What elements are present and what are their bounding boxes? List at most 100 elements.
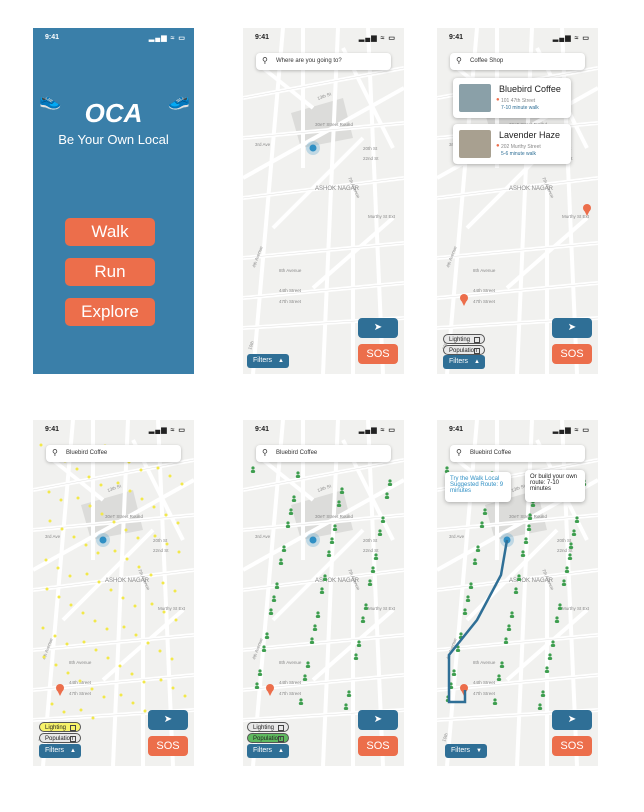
navigate-button[interactable]: ➤ xyxy=(148,710,188,730)
streetlight-dot xyxy=(168,474,172,478)
sos-button[interactable]: SOS xyxy=(552,736,592,756)
person-body xyxy=(268,612,274,615)
person-body xyxy=(261,649,267,652)
person-icon xyxy=(459,632,463,636)
walk-button[interactable]: Walk xyxy=(65,218,155,246)
streetlight-dot xyxy=(112,520,116,524)
sos-button[interactable]: SOS xyxy=(358,736,398,756)
status-icons: ▂▄▆ ≈ ▭ xyxy=(552,427,590,434)
run-button[interactable]: Run xyxy=(65,258,155,286)
person-body xyxy=(346,694,352,697)
lighting-filter-chip[interactable]: Lighting xyxy=(247,722,289,732)
map-label: 30eT Street Round xyxy=(105,514,143,519)
navigate-button[interactable]: ➤ xyxy=(358,710,398,730)
person-body xyxy=(568,546,574,549)
filters-button[interactable]: Filters ▲ xyxy=(247,744,289,758)
checkbox-icon xyxy=(70,736,76,742)
checkbox-icon xyxy=(278,736,284,742)
search-input[interactable]: ⚲ Where are you going to? xyxy=(256,53,391,70)
person-body xyxy=(380,520,386,523)
person-icon xyxy=(388,479,392,483)
search-query: Bluebird Coffee xyxy=(276,450,318,456)
person-icon xyxy=(269,608,273,612)
person-icon xyxy=(296,471,300,475)
population-filter-chip[interactable]: Population xyxy=(443,345,485,355)
map-screen-lighting: 13th St 30eT Street Round 3rd Ave 20th St 22… xyxy=(33,420,194,766)
person-icon xyxy=(558,603,562,607)
status-time: 9:41 xyxy=(449,426,464,433)
person-body xyxy=(271,599,277,602)
person-icon xyxy=(521,550,525,554)
person-body xyxy=(363,607,369,610)
person-body xyxy=(479,525,485,528)
person-icon xyxy=(279,558,283,562)
person-body xyxy=(527,517,533,520)
person-icon xyxy=(262,645,266,649)
person-body xyxy=(571,533,577,536)
search-query: Coffee Shop xyxy=(470,58,504,64)
streetlight-dot xyxy=(130,672,134,676)
population-filter-chip[interactable]: Population xyxy=(247,733,289,743)
person-body xyxy=(540,694,546,697)
sos-button[interactable]: SOS xyxy=(148,736,188,756)
result-card[interactable]: Bluebird Coffee ● 101 47th Street 7-10 m… xyxy=(453,78,571,118)
population-filter-chip[interactable]: Population xyxy=(39,733,81,743)
person-icon xyxy=(572,529,576,533)
search-input[interactable]: ⚲ Bluebird Coffee xyxy=(46,445,181,462)
status-time: 9:41 xyxy=(45,426,60,433)
filters-label: Filters xyxy=(451,747,471,754)
sos-button[interactable]: SOS xyxy=(358,344,398,364)
streetlight-dot xyxy=(78,679,82,683)
navigate-button[interactable]: ➤ xyxy=(552,318,592,338)
streetlight-dot xyxy=(84,543,88,547)
person-body xyxy=(496,678,502,681)
filters-button[interactable]: Filters ▲ xyxy=(443,355,485,369)
status-time: 9:41 xyxy=(255,426,270,433)
user-location-dot xyxy=(99,536,107,544)
person-body xyxy=(339,491,345,494)
filters-label: Filters xyxy=(45,747,65,754)
streetlight-dot xyxy=(134,633,138,637)
status-time: 9:41 xyxy=(449,34,464,41)
filters-button[interactable]: Filters ▲ xyxy=(39,744,81,758)
checkbox-icon xyxy=(70,725,76,731)
person-body xyxy=(567,557,573,560)
person-body xyxy=(482,512,488,515)
result-card[interactable]: Lavender Haze ● 202 Murthy Street 5-6 mi… xyxy=(453,124,571,164)
filters-button[interactable]: Filters ▲ xyxy=(247,354,289,368)
person-body xyxy=(257,673,263,676)
map-label: 8th Avenue xyxy=(473,268,496,273)
explore-button[interactable]: Explore xyxy=(65,298,155,326)
magnifier-icon: ⚲ xyxy=(262,448,268,457)
search-input[interactable]: ⚲ Bluebird Coffee xyxy=(256,445,391,462)
streetlight-dot xyxy=(149,573,153,577)
search-input[interactable]: ⚲ Coffee Shop xyxy=(450,53,585,70)
streetlight-dot xyxy=(176,521,180,525)
person-body xyxy=(492,702,498,705)
person-icon xyxy=(344,703,348,707)
person-body xyxy=(285,525,291,528)
streetlight-dot xyxy=(119,693,123,697)
person-icon xyxy=(378,529,382,533)
streetlight-dot xyxy=(156,466,160,470)
sos-button[interactable]: SOS xyxy=(552,344,592,364)
arrow-up-icon: ▲ xyxy=(70,748,76,754)
search-query: Bluebird Coffee xyxy=(470,450,512,456)
person-body xyxy=(513,591,519,594)
person-body xyxy=(295,475,301,478)
search-input[interactable]: ⚲ Bluebird Coffee xyxy=(450,445,585,462)
person-body xyxy=(332,528,338,531)
streetlight-dot xyxy=(72,535,76,539)
suggested-route-tooltip[interactable]: Try the Walk Local Suggested Route: 9 mi… xyxy=(445,472,511,502)
lighting-filter-chip[interactable]: Lighting xyxy=(443,334,485,344)
navigate-button[interactable]: ➤ xyxy=(358,318,398,338)
streetlight-dot xyxy=(124,528,128,532)
person-icon xyxy=(337,500,341,504)
status-icons: ▂▄▆ ≈ ▭ xyxy=(552,35,590,42)
filters-button[interactable]: Filters ▼ xyxy=(445,744,487,758)
lighting-filter-chip[interactable]: Lighting xyxy=(39,722,81,732)
custom-route-tooltip[interactable]: Or build your own route: 7-10 minutes xyxy=(525,470,585,502)
navigate-button[interactable]: ➤ xyxy=(552,710,592,730)
person-icon xyxy=(466,595,470,599)
result-walk-time: 5-6 minute walk xyxy=(501,151,537,157)
